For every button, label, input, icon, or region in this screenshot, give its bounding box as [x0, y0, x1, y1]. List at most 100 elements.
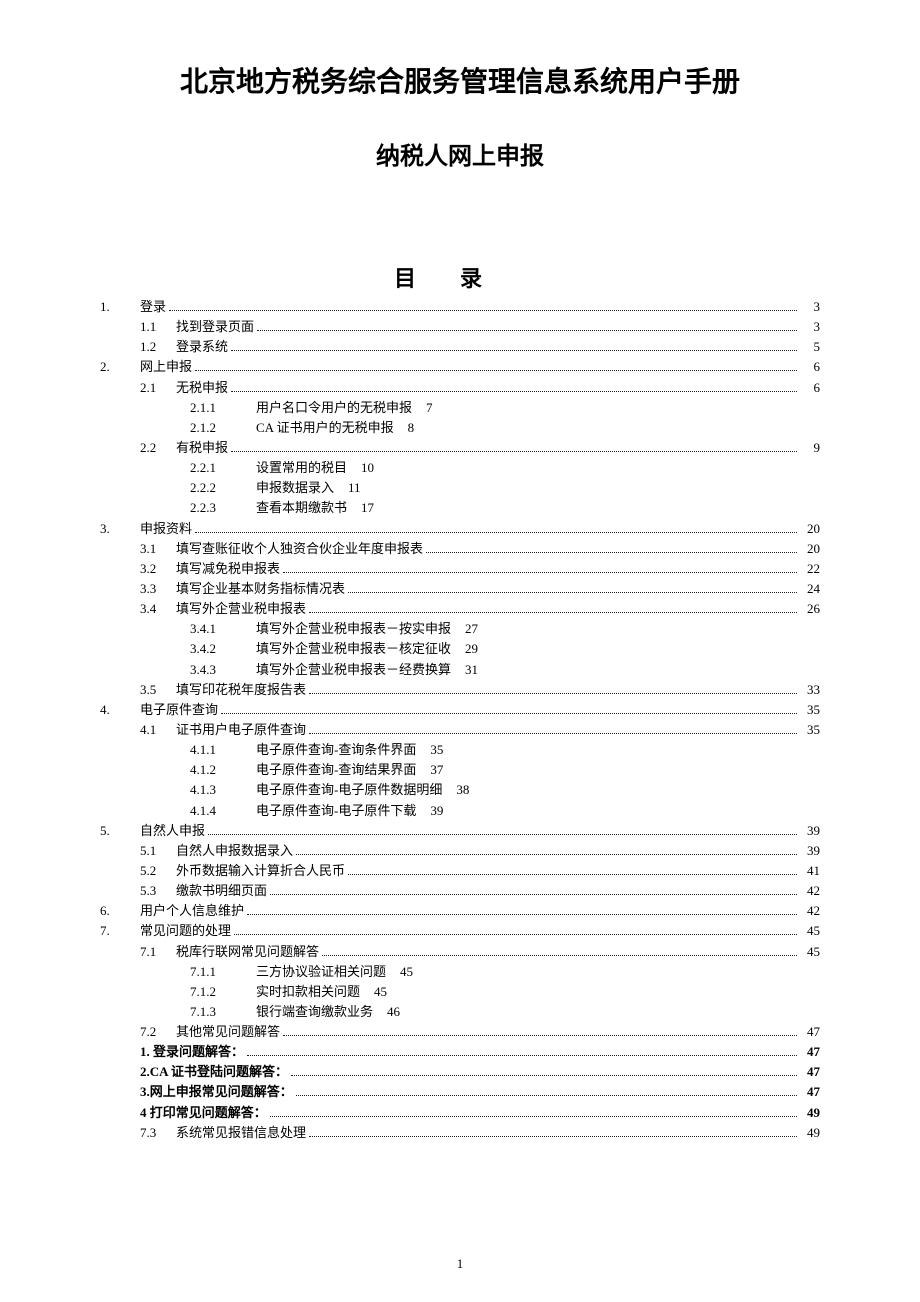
toc-entry[interactable]: 2.2.1设置常用的税目10: [100, 458, 820, 478]
toc-entry[interactable]: 3.5填写印花税年度报告表33: [100, 680, 820, 700]
toc-entry-label: 电子原件查询-电子原件数据明细: [256, 780, 442, 800]
toc-entry[interactable]: 1.1找到登录页面3: [100, 317, 820, 337]
toc-entry-page: 38: [442, 780, 469, 800]
toc-entry[interactable]: 2.2.2申报数据录入11: [100, 478, 820, 498]
toc-entry[interactable]: 6.用户个人信息维护42: [100, 901, 820, 921]
toc-entry-page: 45: [800, 942, 820, 962]
toc-entry[interactable]: 3.3填写企业基本财务指标情况表24: [100, 579, 820, 599]
toc-entry[interactable]: 4.电子原件查询 35: [100, 700, 820, 720]
toc-entry[interactable]: 2.网上申报6: [100, 357, 820, 377]
toc-entry-number: 3.2: [140, 559, 176, 579]
toc-entry-number: 5.: [100, 821, 140, 841]
toc-entry[interactable]: 3.4填写外企营业税申报表26: [100, 599, 820, 619]
toc-entry[interactable]: 7.2其他常见问题解答 47: [100, 1022, 820, 1042]
toc-entry-number: 3.4.2: [180, 639, 256, 659]
toc-entry-number: 3.4: [140, 599, 176, 619]
toc-entry[interactable]: 3.4.1填写外企营业税申报表－按实申报27: [100, 619, 820, 639]
toc-entry[interactable]: 7.1.2实时扣款相关问题45: [100, 982, 820, 1002]
toc-entry-number: 7.2: [140, 1022, 176, 1042]
toc-entry[interactable]: 3.4.3填写外企营业税申报表－经费换算31: [100, 660, 820, 680]
toc-entry-page: 35: [416, 740, 443, 760]
toc-entry-number: 4.1.2: [180, 760, 256, 780]
toc-entry[interactable]: 5.自然人申报39: [100, 821, 820, 841]
toc-entry-number: 2.1: [140, 378, 176, 398]
toc-leader-dots: [221, 701, 797, 714]
toc-entry[interactable]: 1. 登录问题解答：47: [100, 1042, 820, 1062]
toc-entry-label: 登录系统: [176, 337, 228, 357]
toc-leader-dots: [348, 580, 797, 593]
toc-entry[interactable]: 5.2外币数据输入计算折合人民币41: [100, 861, 820, 881]
toc-entry-page: 35: [800, 720, 820, 740]
toc-leader-dots: [309, 1124, 797, 1137]
toc-entry[interactable]: 7.1.1三方协议验证相关问题45: [100, 962, 820, 982]
toc-entry-label: 填写印花税年度报告表: [176, 680, 306, 700]
toc-entry-number: 5.2: [140, 861, 176, 881]
toc-entry-page: 35: [800, 700, 820, 720]
toc-entry[interactable]: 4.1.1电子原件查询-查询条件界面35: [100, 740, 820, 760]
toc-entry-label: 2.CA 证书登陆问题解答：: [140, 1062, 288, 1082]
toc-entry-number: 4.: [100, 700, 140, 720]
toc-entry[interactable]: 4.1.4电子原件查询-电子原件下载39: [100, 801, 820, 821]
toc-leader-dots: [291, 1064, 797, 1077]
toc-entry-label: 三方协议验证相关问题: [256, 962, 386, 982]
toc-entry-page: 6: [800, 378, 820, 398]
toc-leader-dots: [231, 339, 797, 352]
toc-entry[interactable]: 2.2有税申报9: [100, 438, 820, 458]
table-of-contents: 1.登录31.1找到登录页面31.2登录系统52.网上申报62.1无税申报62.…: [100, 297, 820, 1143]
toc-entry-label: 电子原件查询-电子原件下载: [256, 801, 416, 821]
toc-leader-dots: [309, 600, 797, 613]
toc-entry[interactable]: 4.1证书用户电子原件查询35: [100, 720, 820, 740]
toc-entry[interactable]: 7.1税库行联网常见问题解答45: [100, 942, 820, 962]
toc-entry[interactable]: 3.2填写减免税申报表22: [100, 559, 820, 579]
toc-entry-page: 49: [800, 1103, 820, 1123]
toc-entry-label: 自然人申报数据录入: [176, 841, 293, 861]
toc-entry-page: 33: [800, 680, 820, 700]
toc-entry-label: 填写外企营业税申报表－核定征收: [256, 639, 451, 659]
toc-entry[interactable]: 5.1自然人申报数据录入39: [100, 841, 820, 861]
toc-entry-number: 3.4.1: [180, 619, 256, 639]
toc-entry[interactable]: 7.1.3银行端查询缴款业务46: [100, 1002, 820, 1022]
toc-entry-label: 申报数据录入: [256, 478, 334, 498]
toc-entry-number: 2.1.1: [180, 398, 256, 418]
toc-entry[interactable]: 1.2登录系统5: [100, 337, 820, 357]
toc-entry[interactable]: 2.2.3查看本期缴款书17: [100, 498, 820, 518]
toc-leader-dots: [169, 298, 797, 311]
toc-entry[interactable]: 3.1填写查账征收个人独资合伙企业年度申报表20: [100, 539, 820, 559]
document-page: 北京地方税务综合服务管理信息系统用户手册 纳税人网上申报 目录 1.登录31.1…: [0, 0, 920, 1302]
toc-entry[interactable]: 2.1无税申报6: [100, 378, 820, 398]
toc-entry-number: 4.1: [140, 720, 176, 740]
toc-entry-label: 填写查账征收个人独资合伙企业年度申报表: [176, 539, 423, 559]
toc-entry[interactable]: 7.常见问题的处理45: [100, 921, 820, 941]
toc-entry-number: 2.: [100, 357, 140, 377]
toc-entry-label: 找到登录页面: [176, 317, 254, 337]
toc-entry[interactable]: 3.申报资料20: [100, 519, 820, 539]
toc-entry-label: 1. 登录问题解答：: [140, 1042, 244, 1062]
toc-entry[interactable]: 1.登录3: [100, 297, 820, 317]
toc-entry-page: 27: [451, 619, 478, 639]
toc-entry[interactable]: 3.网上申报常见问题解答：47: [100, 1082, 820, 1102]
toc-leader-dots: [257, 318, 797, 331]
toc-entry[interactable]: 7.3系统常见报错信息处理49: [100, 1123, 820, 1143]
toc-entry-number: 2.2.2: [180, 478, 256, 498]
toc-entry[interactable]: 5.3缴款书明细页面42: [100, 881, 820, 901]
toc-entry-page: 47: [800, 1022, 820, 1042]
toc-entry-number: 4.1.3: [180, 780, 256, 800]
toc-leader-dots: [296, 842, 797, 855]
toc-entry-label: 其他常见问题解答: [176, 1022, 280, 1042]
toc-entry-page: 37: [416, 760, 443, 780]
toc-entry-label: 电子原件查询: [140, 700, 218, 720]
toc-entry[interactable]: 4 打印常见问题解答：49: [100, 1103, 820, 1123]
toc-entry-number: 3.: [100, 519, 140, 539]
toc-entry[interactable]: 2.1.2CA 证书用户的无税申报8: [100, 418, 820, 438]
toc-entry[interactable]: 2.1.1用户名口令用户的无税申报7: [100, 398, 820, 418]
toc-entry-label: 有税申报: [176, 438, 228, 458]
toc-entry-label: 网上申报: [140, 357, 192, 377]
toc-entry-number: 5.1: [140, 841, 176, 861]
toc-entry-number: 1.: [100, 297, 140, 317]
toc-entry[interactable]: 3.4.2填写外企营业税申报表－核定征收29: [100, 639, 820, 659]
toc-entry-number: 2.2.1: [180, 458, 256, 478]
toc-entry[interactable]: 4.1.3电子原件查询-电子原件数据明细38: [100, 780, 820, 800]
toc-entry[interactable]: 2.CA 证书登陆问题解答：47: [100, 1062, 820, 1082]
toc-entry-label: 税库行联网常见问题解答: [176, 942, 319, 962]
toc-entry[interactable]: 4.1.2电子原件查询-查询结果界面37: [100, 760, 820, 780]
